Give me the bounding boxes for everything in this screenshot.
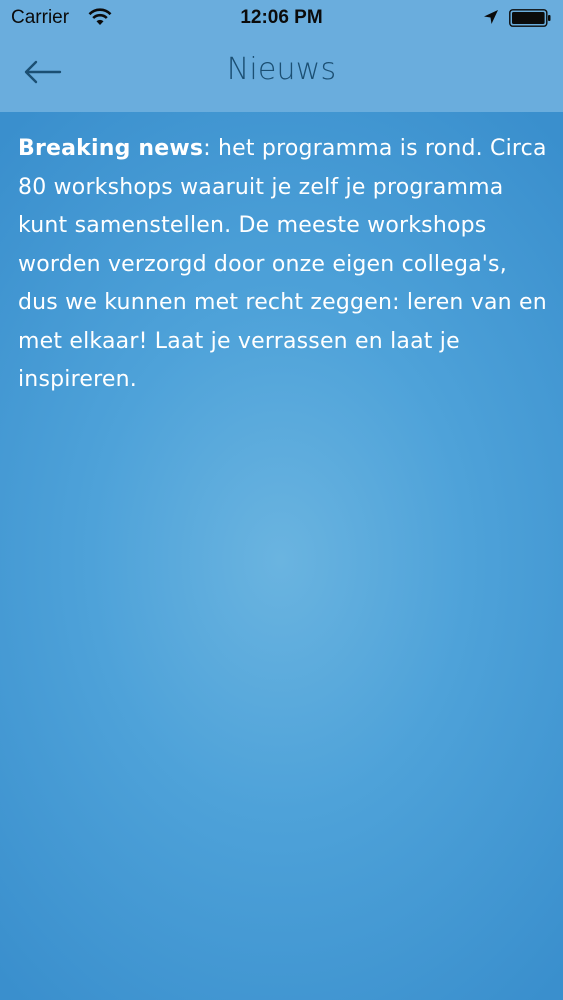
header-bar: Carrier 12:06 PM Nieuws <box>0 0 563 112</box>
location-arrow-icon <box>484 10 498 24</box>
article-body: : het programma is rond. Circa 80 worksh… <box>18 136 547 392</box>
article-lead: Breaking news <box>18 136 204 161</box>
news-article: Breaking news: het programma is rond. Ci… <box>18 130 550 400</box>
page-title: Nieuws <box>226 52 337 87</box>
battery-icon <box>509 9 551 27</box>
clock-label: 12:06 PM <box>240 7 323 28</box>
status-bar: Carrier 12:06 PM <box>0 0 563 36</box>
news-screen: Carrier 12:06 PM Nieuws Breaking news: h… <box>0 0 563 1000</box>
